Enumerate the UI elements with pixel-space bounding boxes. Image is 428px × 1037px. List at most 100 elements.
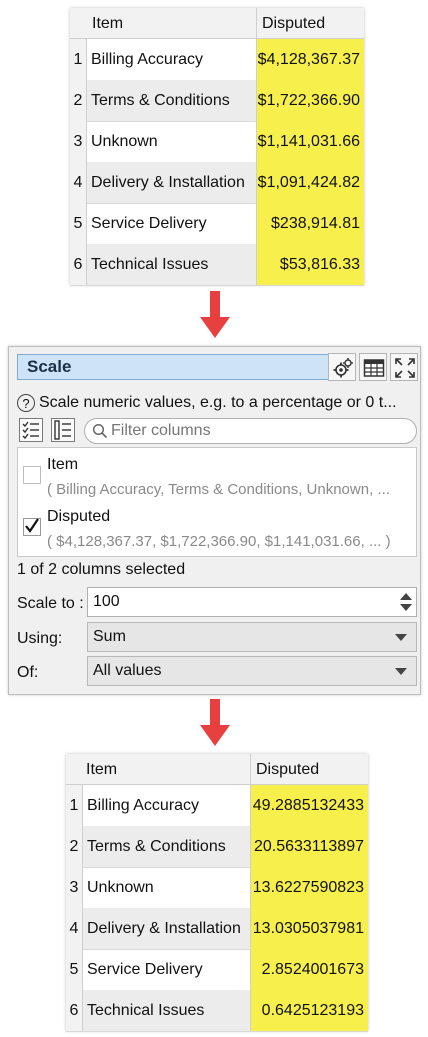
filter-columns-input[interactable]: Filter columns [84, 418, 417, 444]
column-sample: ( $4,128,367.37, $1,722,366.90, $1,141,0… [47, 533, 391, 550]
column-item-disputed[interactable]: Disputed ( $4,128,367.37, $1,722,366.90,… [18, 502, 416, 554]
cell-disputed[interactable]: 49.2885132433 [250, 785, 368, 826]
header-item: Item [92, 15, 124, 32]
table-row[interactable]: 2 Terms & Conditions 20.5633113897 [66, 826, 368, 868]
table-row[interactable]: 3 Unknown $1,141,031.66 [70, 121, 364, 163]
row-index: 5 [66, 949, 83, 990]
cell-item[interactable]: Billing Accuracy [83, 785, 250, 826]
table-row[interactable]: 1 Billing Accuracy 49.2885132433 [66, 785, 368, 827]
table-row[interactable]: 6 Technical Issues $53,816.33 [70, 244, 364, 286]
cell-disputed[interactable]: $1,722,366.90 [256, 80, 364, 121]
row-index: 6 [66, 990, 83, 1031]
cell-item[interactable]: Service Delivery [83, 949, 250, 990]
cell-disputed[interactable]: 13.0305037981 [250, 908, 368, 949]
gears-icon [333, 358, 353, 378]
output-table: Item Disputed 1 Billing Accuracy 49.2885… [66, 754, 368, 1032]
filter-placeholder: Filter columns [111, 422, 211, 439]
cell-disputed[interactable]: $238,914.81 [256, 203, 364, 244]
table-row[interactable]: 5 Service Delivery $238,914.81 [70, 203, 364, 245]
input-table: Item Disputed 1 Billing Accuracy $4,128,… [70, 8, 364, 286]
table-row[interactable]: 4 Delivery & Installation $1,091,424.82 [70, 162, 364, 204]
table-row[interactable]: 6 Technical Issues 0.6425123193 [66, 990, 368, 1032]
header-item: Item [86, 761, 118, 778]
cell-disputed[interactable]: $53,816.33 [256, 244, 364, 285]
selection-info: 1 of 2 columns selected [17, 561, 186, 578]
spin-up-icon[interactable] [400, 593, 412, 600]
search-icon [92, 423, 108, 439]
table-header: Item Disputed [66, 754, 368, 785]
header-disputed: Disputed [256, 761, 320, 778]
scale-dialog: Scale ? Scale numeric values, e.g. to a … [8, 346, 421, 695]
of-dropdown[interactable]: All values [87, 656, 417, 686]
table-row[interactable]: 5 Service Delivery 2.8524001673 [66, 949, 368, 991]
checklist-icon [22, 421, 39, 440]
cell-disputed[interactable]: $4,128,367.37 [256, 39, 364, 80]
cell-disputed[interactable]: 2.8524001673 [250, 949, 368, 990]
cell-disputed[interactable]: $1,141,031.66 [256, 121, 364, 162]
cell-disputed[interactable]: 13.6227590823 [250, 867, 368, 908]
cell-item[interactable]: Technical Issues [83, 990, 250, 1031]
cell-disputed[interactable]: $1,091,424.82 [256, 162, 364, 203]
cell-item[interactable]: Unknown [83, 867, 250, 908]
expand-icon [395, 358, 415, 378]
row-index: 2 [70, 80, 87, 121]
cell-disputed[interactable]: 0.6425123193 [250, 990, 368, 1031]
list-icon [54, 420, 71, 440]
row-index: 1 [66, 785, 83, 826]
description: ? Scale numeric values, e.g. to a percent… [17, 391, 417, 415]
check-all-button[interactable] [19, 418, 43, 442]
row-index: 5 [70, 203, 87, 244]
of-value: All values [93, 662, 162, 679]
maximize-button[interactable] [390, 353, 418, 381]
using-value: Sum [93, 628, 126, 645]
cell-item[interactable]: Delivery & Installation [87, 162, 256, 203]
chevron-down-icon [395, 668, 407, 675]
column-item-item[interactable]: Item ( Billing Accuracy, Terms & Conditi… [18, 450, 416, 502]
down-arrow-icon [200, 291, 230, 338]
row-index: 6 [70, 244, 87, 285]
of-label: Of: [17, 664, 39, 681]
scale-to-label: Scale to : [17, 595, 84, 612]
table-view-button[interactable] [359, 353, 387, 381]
row-index: 3 [66, 867, 83, 908]
cell-item[interactable]: Service Delivery [87, 203, 256, 244]
down-arrow-icon [200, 699, 230, 746]
row-index: 2 [66, 826, 83, 867]
column-name: Item [47, 456, 79, 473]
column-sample: ( Billing Accuracy, Terms & Conditions, … [47, 481, 390, 498]
column-checkbox-item[interactable] [23, 466, 41, 484]
cell-item[interactable]: Billing Accuracy [87, 39, 256, 80]
using-label: Using: [17, 630, 63, 647]
column-name: Disputed [47, 508, 111, 525]
settings-button[interactable] [328, 353, 356, 381]
help-icon[interactable]: ? [17, 393, 35, 412]
row-index: 4 [66, 908, 83, 949]
table-row[interactable]: 4 Delivery & Installation 13.0305037981 [66, 908, 368, 950]
uncheck-all-button[interactable] [51, 418, 75, 442]
table-header: Item Disputed [70, 8, 364, 39]
using-dropdown[interactable]: Sum [87, 622, 417, 652]
cell-item[interactable]: Delivery & Installation [83, 908, 250, 949]
spin-down-icon[interactable] [400, 604, 412, 611]
description-text: Scale numeric values, e.g. to a percenta… [39, 394, 397, 411]
table-row[interactable]: 3 Unknown 13.6227590823 [66, 867, 368, 909]
row-index: 4 [70, 162, 87, 203]
table-row[interactable]: 1 Billing Accuracy $4,128,367.37 [70, 39, 364, 81]
column-list: Item ( Billing Accuracy, Terms & Conditi… [17, 447, 417, 557]
row-index: 3 [70, 121, 87, 162]
cell-item[interactable]: Technical Issues [87, 244, 256, 285]
transform-title-field[interactable]: Scale [17, 354, 329, 380]
cell-item[interactable]: Terms & Conditions [87, 80, 256, 121]
cell-disputed[interactable]: 20.5633113897 [250, 826, 368, 867]
row-index: 1 [70, 39, 87, 80]
checkmark-icon [25, 518, 39, 533]
chevron-down-icon [395, 634, 407, 641]
header-disputed: Disputed [262, 15, 326, 32]
cell-item[interactable]: Terms & Conditions [83, 826, 250, 867]
table-icon [363, 359, 385, 377]
column-checkbox-disputed[interactable] [23, 518, 41, 536]
cell-item[interactable]: Unknown [87, 121, 256, 162]
scale-to-value: 100 [93, 593, 120, 610]
scale-to-spinbox[interactable]: 100 [87, 587, 417, 617]
table-row[interactable]: 2 Terms & Conditions $1,722,366.90 [70, 80, 364, 122]
